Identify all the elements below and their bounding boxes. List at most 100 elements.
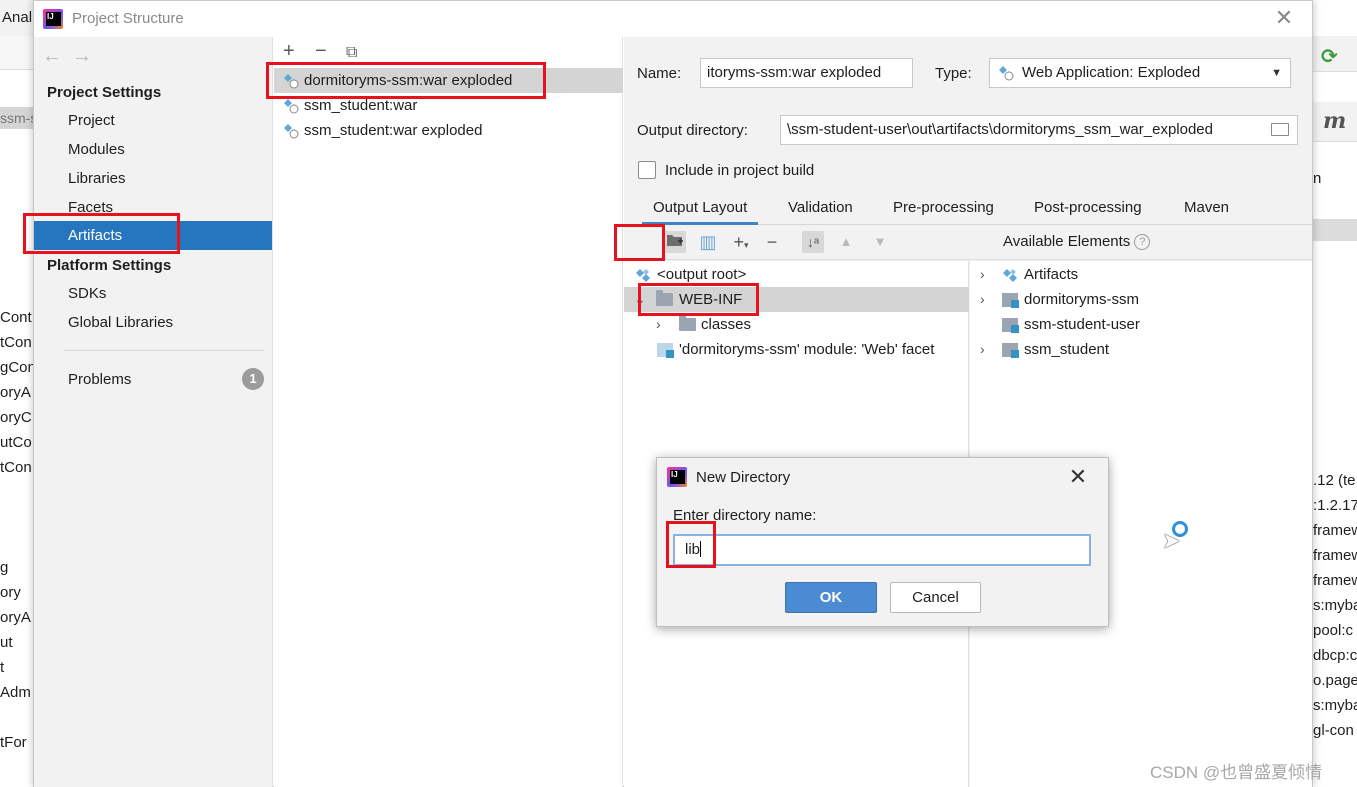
remove-icon[interactable]: − xyxy=(315,39,327,63)
layout-tabs: Output Layout Validation Pre-processing … xyxy=(624,193,1312,225)
directory-name-input[interactable]: lib xyxy=(673,534,1091,566)
move-up-icon[interactable]: ▲ xyxy=(835,231,857,253)
tree-item-web-facet[interactable]: 'dormitoryms-ssm' module: 'Web' facet xyxy=(624,337,969,362)
watermark: CSDN @也曾盛夏倾情 xyxy=(1150,763,1323,782)
background-code-line: tCon xyxy=(0,459,32,476)
highlight-box xyxy=(614,224,665,261)
chevron-right-icon[interactable]: › xyxy=(980,337,985,362)
type-label: Type: xyxy=(935,65,972,82)
remove-icon[interactable]: − xyxy=(761,231,783,253)
move-down-icon[interactable]: ▼ xyxy=(869,231,891,253)
available-item-module[interactable]: ssm-student-user xyxy=(970,312,1312,337)
sidebar-item-libraries[interactable]: Libraries xyxy=(34,164,272,193)
dialog-titlebar: Project Structure ✕ xyxy=(34,1,1312,37)
type-select[interactable]: Web Application: Exploded ▼ xyxy=(989,58,1291,88)
tab-post-processing[interactable]: Post-processing xyxy=(1034,193,1142,225)
background-dependency: s:myba xyxy=(1313,697,1357,714)
background-code-line: oryA xyxy=(0,609,31,626)
artifact-label: ssm_student:war exploded xyxy=(304,122,483,139)
background-dependency: framew xyxy=(1313,522,1357,539)
new-directory-title: New Directory xyxy=(696,469,791,486)
artifacts-icon xyxy=(1003,269,1017,282)
available-item-artifacts[interactable]: › Artifacts xyxy=(970,262,1312,287)
background-dependency: gl-con xyxy=(1313,722,1354,739)
close-icon[interactable]: ✕ xyxy=(1065,464,1091,490)
module-icon xyxy=(1002,343,1019,358)
name-label: Name: xyxy=(637,65,682,82)
background-tab: ssm-s xyxy=(0,107,33,129)
add-icon[interactable]: + xyxy=(283,39,295,63)
chevron-right-icon[interactable]: › xyxy=(980,262,985,287)
web-artifact-icon xyxy=(284,99,299,114)
artifact-label: ssm_student:war xyxy=(304,97,418,114)
output-directory-field[interactable]: \ssm-student-user\out\artifacts\dormitor… xyxy=(780,115,1298,145)
include-in-build-checkbox[interactable] xyxy=(638,161,656,179)
highlight-box xyxy=(23,213,180,254)
forward-arrow-icon[interactable]: → xyxy=(72,45,92,67)
tree-label: Artifacts xyxy=(1024,266,1079,283)
sidebar-item-modules[interactable]: Modules xyxy=(34,135,272,164)
cancel-button[interactable]: Cancel xyxy=(890,582,981,613)
background-text: n xyxy=(1313,170,1322,187)
artifact-item[interactable]: ssm_student:war exploded xyxy=(274,118,623,143)
new-directory-icon[interactable] xyxy=(664,231,686,253)
background-code-line: ory xyxy=(0,584,21,601)
chevron-right-icon[interactable]: › xyxy=(980,287,985,312)
highlight-box xyxy=(666,521,716,568)
sidebar-item-sdks[interactable]: SDKs xyxy=(34,279,272,308)
web-artifact-icon xyxy=(999,66,1014,81)
project-settings-heading: Project Settings xyxy=(47,84,162,101)
tree-label: ssm-student-user xyxy=(1024,316,1140,333)
background-code-line: gCon xyxy=(0,359,34,376)
ok-button[interactable]: OK xyxy=(785,582,877,613)
maven-goal-icon[interactable]: m xyxy=(1323,108,1346,134)
archive-icon[interactable]: ▥ xyxy=(697,231,719,253)
background-code-line: tFor xyxy=(0,734,27,751)
background-code-line: oryA xyxy=(0,384,31,401)
dialog-title: Project Structure xyxy=(72,10,184,27)
refresh-icon[interactable]: ⟳ xyxy=(1321,44,1338,69)
background-editor-left: Anal ssm-s Cont tCon gCon oryA oryC utCo… xyxy=(0,0,34,787)
tab-output-layout[interactable]: Output Layout xyxy=(642,193,759,225)
problems-count-badge: 1 xyxy=(242,368,264,390)
artifact-list-panel: + − ⧉ dormitoryms-ssm:war exploded ssm_s… xyxy=(274,37,623,787)
name-field[interactable]: itoryms-ssm:war exploded xyxy=(700,58,913,88)
output-directory-label: Output directory: xyxy=(637,122,748,139)
background-dependency: framew xyxy=(1313,547,1357,564)
output-layout-toolbar: ▥ +▾ − ↓ᵃ ▲ ▼ Available Elements? xyxy=(624,226,1312,260)
module-icon xyxy=(1002,318,1019,333)
available-item-module[interactable]: › ssm_student xyxy=(970,337,1312,362)
available-elements-label: Available Elements? xyxy=(1003,233,1151,250)
output-root-icon xyxy=(636,269,650,282)
background-menu-text: Anal xyxy=(2,9,33,26)
navigation-arrows: ← → xyxy=(42,45,102,68)
help-icon[interactable]: ? xyxy=(1134,234,1151,250)
background-maven-panel: ⟳ m n .12 (te :1.2.17 framew framew fram… xyxy=(1312,0,1357,787)
sidebar-item-problems[interactable]: Problems xyxy=(34,365,272,394)
tree-label: dormitoryms-ssm xyxy=(1024,291,1139,308)
loading-spinner-icon xyxy=(1172,521,1188,537)
tab-pre-processing[interactable]: Pre-processing xyxy=(893,193,994,225)
background-dependency: :1.2.17 xyxy=(1313,497,1357,514)
sidebar-item-project[interactable]: Project xyxy=(34,106,272,135)
folder-browse-icon[interactable] xyxy=(1271,123,1289,136)
sort-icon[interactable]: ↓ᵃ xyxy=(802,231,824,253)
background-code-line: t xyxy=(0,659,5,676)
web-facet-icon xyxy=(657,343,674,358)
module-icon xyxy=(1002,293,1019,308)
background-dependency: .12 (te xyxy=(1313,472,1356,489)
tab-validation[interactable]: Validation xyxy=(788,193,853,225)
tree-label: 'dormitoryms-ssm' module: 'Web' facet xyxy=(679,341,935,358)
project-structure-dialog: Project Structure ✕ ←→ Project Settings … xyxy=(33,0,1313,787)
background-dependency: dbcp:c xyxy=(1313,647,1357,664)
available-item-module[interactable]: › dormitoryms-ssm xyxy=(970,287,1312,312)
close-icon[interactable]: ✕ xyxy=(1272,6,1296,30)
add-copy-icon[interactable]: +▾ xyxy=(730,231,752,253)
sidebar-item-global-libraries[interactable]: Global Libraries xyxy=(34,308,272,337)
highlight-box xyxy=(638,283,759,316)
background-code-line: Adm xyxy=(0,684,31,701)
back-arrow-icon[interactable]: ← xyxy=(42,45,62,67)
intellij-logo-icon xyxy=(667,467,687,487)
output-directory-value: \ssm-student-user\out\artifacts\dormitor… xyxy=(787,121,1213,138)
tab-maven[interactable]: Maven xyxy=(1184,193,1229,225)
